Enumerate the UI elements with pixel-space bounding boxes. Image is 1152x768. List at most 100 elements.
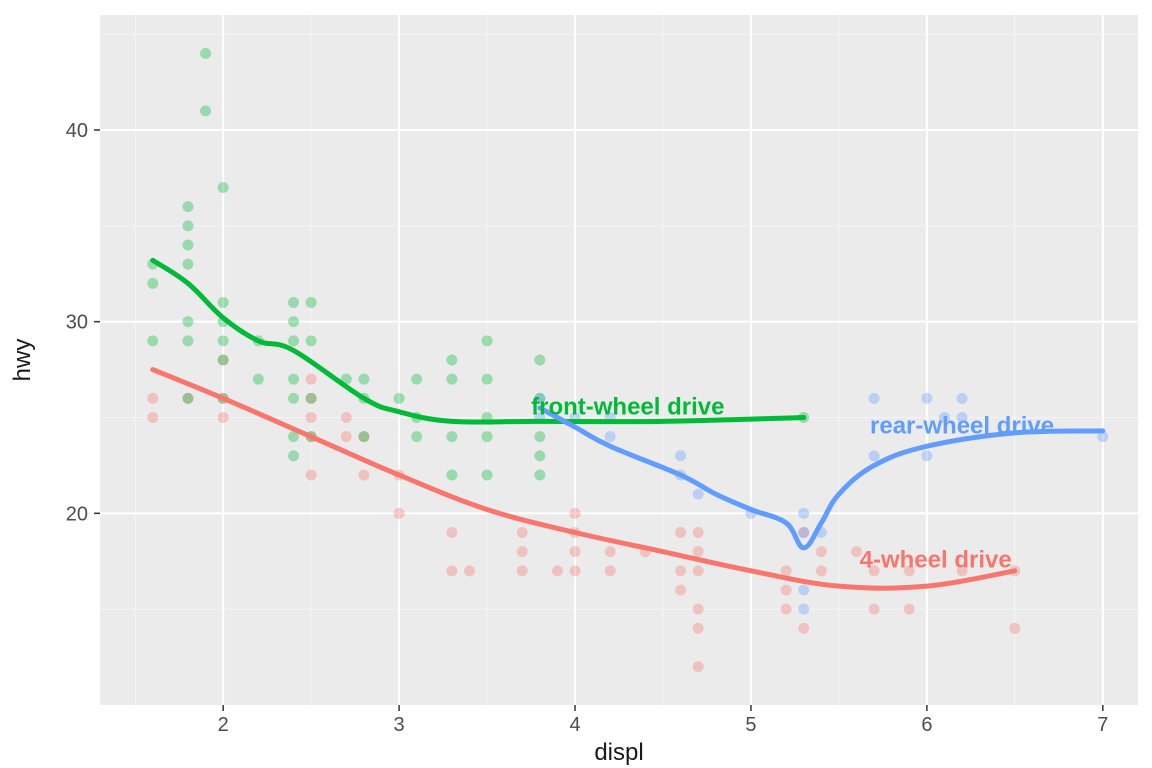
data-point [675, 565, 686, 576]
data-point [605, 431, 616, 442]
data-point [358, 431, 369, 442]
data-point [1009, 623, 1020, 634]
data-point [446, 470, 457, 481]
data-point [798, 623, 809, 634]
data-point [147, 412, 158, 423]
data-point [534, 470, 545, 481]
data-point [534, 431, 545, 442]
data-point [341, 412, 352, 423]
data-point [675, 585, 686, 596]
data-point [411, 374, 422, 385]
data-point [182, 316, 193, 327]
data-point [570, 546, 581, 557]
data-point [446, 431, 457, 442]
data-point [464, 565, 475, 576]
data-point [288, 450, 299, 461]
y-axis-title: hwy [9, 339, 36, 382]
plot-panel [100, 15, 1138, 705]
data-point [517, 565, 528, 576]
data-point [869, 450, 880, 461]
data-point [182, 220, 193, 231]
data-point [306, 470, 317, 481]
data-point [446, 374, 457, 385]
data-point [288, 335, 299, 346]
data-point [482, 374, 493, 385]
data-point [781, 585, 792, 596]
data-point [693, 565, 704, 576]
data-point [182, 259, 193, 270]
data-point [816, 565, 827, 576]
chart-container: 4-wheel drive front-wheel drive rear-wheel… [0, 0, 1152, 768]
data-point [605, 565, 616, 576]
data-point [218, 335, 229, 346]
data-point [288, 374, 299, 385]
series-label: front-wheel drive [531, 393, 724, 420]
data-point [394, 508, 405, 519]
x-tick-label: 7 [1097, 714, 1108, 736]
data-point [921, 393, 932, 404]
data-point [182, 393, 193, 404]
data-point [534, 450, 545, 461]
data-point [218, 182, 229, 193]
data-point [517, 527, 528, 538]
data-point [534, 355, 545, 366]
data-point [341, 431, 352, 442]
data-point [358, 374, 369, 385]
data-point [693, 546, 704, 557]
data-point [781, 604, 792, 615]
data-point [781, 565, 792, 576]
data-point [411, 431, 422, 442]
series-label: 4-wheel drive [860, 547, 1012, 574]
data-point [306, 412, 317, 423]
data-point [446, 527, 457, 538]
data-point [482, 431, 493, 442]
data-point [675, 527, 686, 538]
data-point [306, 335, 317, 346]
data-point [904, 604, 915, 615]
y-tick-label: 20 [66, 503, 88, 525]
data-point [869, 604, 880, 615]
data-point [693, 489, 704, 500]
y-tick-label: 30 [66, 312, 88, 334]
data-point [182, 240, 193, 251]
data-point [288, 316, 299, 327]
data-point [218, 297, 229, 308]
data-point [798, 508, 809, 519]
data-point [306, 297, 317, 308]
chart-svg: 4-wheel drive front-wheel drive rear-wheel… [0, 0, 1152, 768]
data-point [394, 393, 405, 404]
data-point [288, 393, 299, 404]
data-point [798, 585, 809, 596]
x-tick-label: 5 [745, 714, 756, 736]
data-point [921, 450, 932, 461]
data-point [482, 470, 493, 481]
data-point [675, 450, 686, 461]
data-point [693, 604, 704, 615]
data-point [446, 355, 457, 366]
data-point [147, 278, 158, 289]
data-point [200, 105, 211, 116]
data-point [552, 565, 563, 576]
data-point [517, 546, 528, 557]
data-point [306, 393, 317, 404]
series-label: rear-wheel drive [870, 412, 1054, 439]
data-point [446, 565, 457, 576]
data-point [957, 393, 968, 404]
data-point [147, 335, 158, 346]
data-point [570, 508, 581, 519]
x-tick-label: 6 [921, 714, 932, 736]
data-point [253, 374, 264, 385]
data-point [288, 297, 299, 308]
data-point [693, 661, 704, 672]
data-point [147, 393, 158, 404]
x-tick-label: 4 [569, 714, 580, 736]
data-point [798, 604, 809, 615]
data-point [482, 335, 493, 346]
data-point [816, 546, 827, 557]
data-point [869, 393, 880, 404]
data-point [218, 355, 229, 366]
x-tick-label: 2 [218, 714, 229, 736]
data-point [605, 546, 616, 557]
x-axis-title: displ [594, 739, 643, 766]
data-point [570, 565, 581, 576]
